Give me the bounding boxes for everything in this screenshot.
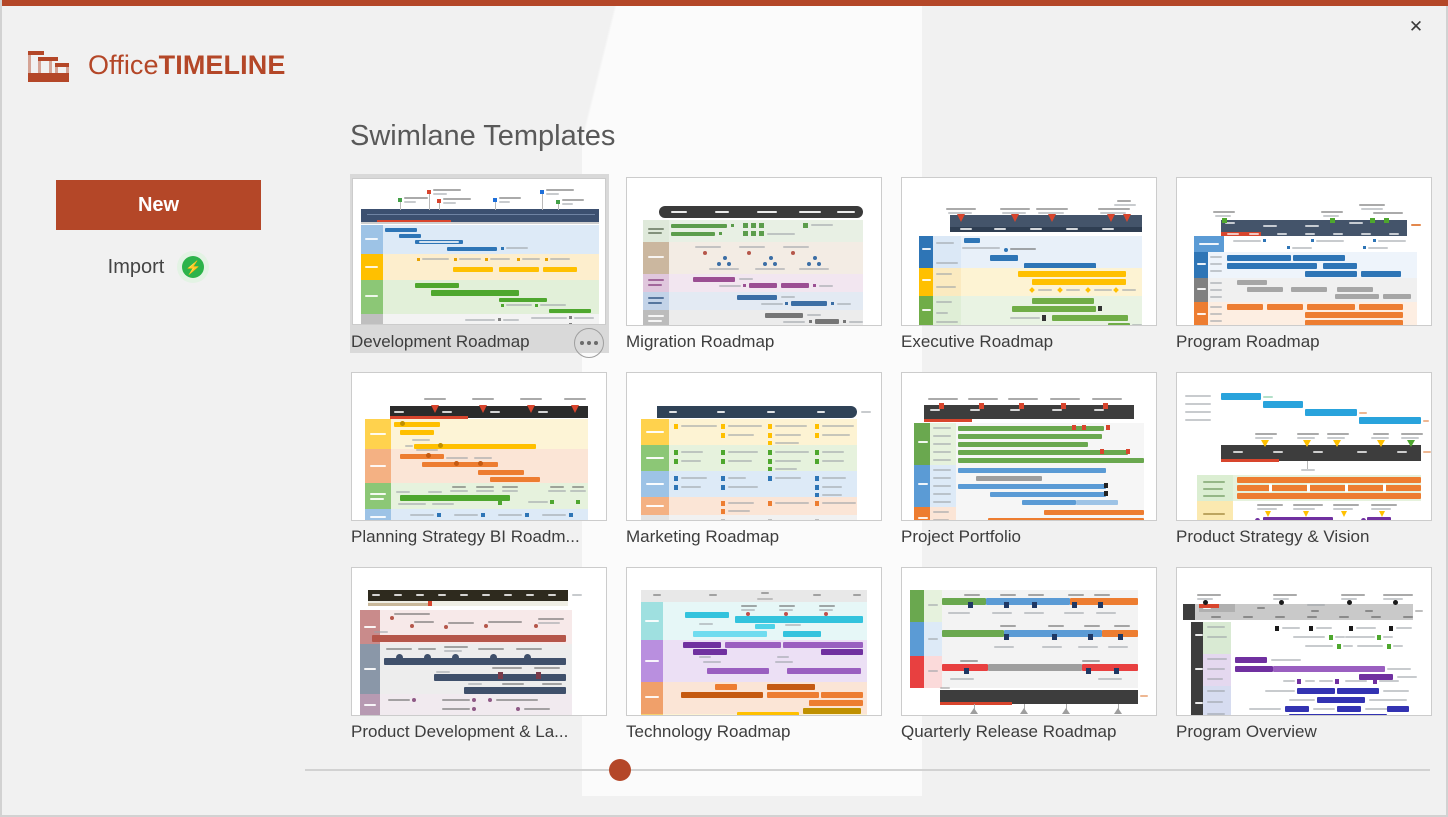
dot bbox=[580, 341, 584, 345]
office-timeline-gallery-window: ✕ OfficeTIMELINE New Import ⚡ Swimlane T… bbox=[0, 0, 1448, 817]
template-card-planning-strategy-bi[interactable]: Planning Strategy BI Roadm... bbox=[342, 361, 617, 556]
template-card-project-portfolio[interactable]: Project Portfolio bbox=[892, 361, 1167, 556]
template-label: Program Roadmap bbox=[1176, 332, 1408, 352]
gallery-pager[interactable] bbox=[305, 755, 1430, 785]
brand-logo: OfficeTIMELINE bbox=[28, 45, 285, 85]
template-card-program-overview[interactable]: Program Overview bbox=[1167, 556, 1442, 751]
template-thumbnail bbox=[1176, 372, 1432, 521]
template-card-product-strategy-vision[interactable]: Product Strategy & Vision bbox=[1167, 361, 1442, 556]
template-label: Product Strategy & Vision bbox=[1176, 527, 1408, 547]
lightning-bolt-glyph: ⚡ bbox=[182, 256, 204, 278]
new-button[interactable]: New bbox=[56, 180, 261, 230]
template-label: Executive Roadmap bbox=[901, 332, 1133, 352]
brand-name-bold: TIMELINE bbox=[159, 50, 286, 80]
template-card-migration-roadmap[interactable]: Migration Roadmap bbox=[617, 166, 892, 361]
dot bbox=[594, 341, 598, 345]
pager-knob[interactable] bbox=[609, 759, 631, 781]
template-label: Marketing Roadmap bbox=[626, 527, 858, 547]
dot bbox=[587, 341, 591, 345]
template-label: Development Roadmap bbox=[351, 332, 583, 352]
template-thumbnail bbox=[352, 178, 606, 325]
brand-name: OfficeTIMELINE bbox=[88, 50, 285, 81]
sidebar: New Import ⚡ bbox=[56, 180, 261, 288]
template-card-technology-roadmap[interactable]: Technology Roadmap bbox=[617, 556, 892, 751]
template-label: Planning Strategy BI Roadm... bbox=[351, 527, 583, 547]
template-thumbnail bbox=[626, 567, 882, 716]
import-button[interactable]: Import ⚡ bbox=[56, 246, 261, 288]
template-card-marketing-roadmap[interactable]: Marketing Roadmap bbox=[617, 361, 892, 556]
office-timeline-gantt-logo-icon bbox=[28, 45, 74, 85]
template-thumbnail bbox=[901, 177, 1157, 326]
pager-track[interactable] bbox=[305, 769, 1430, 771]
template-label: Project Portfolio bbox=[901, 527, 1133, 547]
template-card-development-roadmap[interactable]: Development Roadmap bbox=[342, 166, 617, 361]
template-label: Migration Roadmap bbox=[626, 332, 858, 352]
lightning-bolt-icon: ⚡ bbox=[177, 251, 209, 283]
template-label: Product Development & La... bbox=[351, 722, 583, 742]
page-title: Swimlane Templates bbox=[350, 120, 615, 153]
brand-name-light: Office bbox=[88, 50, 159, 80]
template-thumbnail bbox=[351, 567, 607, 716]
template-grid: Development Roadmap bbox=[342, 166, 1448, 751]
template-thumbnail bbox=[626, 372, 882, 521]
template-thumbnail bbox=[1176, 177, 1432, 326]
template-card-quarterly-release[interactable]: Quarterly Release Roadmap bbox=[892, 556, 1167, 751]
template-card-program-roadmap[interactable]: Program Roadmap bbox=[1167, 166, 1442, 361]
template-label: Quarterly Release Roadmap bbox=[901, 722, 1133, 742]
template-thumbnail bbox=[901, 567, 1157, 716]
template-label: Program Overview bbox=[1176, 722, 1408, 742]
import-label: Import bbox=[108, 256, 165, 279]
template-label: Technology Roadmap bbox=[626, 722, 858, 742]
main-content: Swimlane Templates bbox=[305, 6, 1444, 813]
template-thumbnail bbox=[626, 177, 882, 326]
template-thumbnail bbox=[351, 372, 607, 521]
template-thumbnail bbox=[901, 372, 1157, 521]
template-card-product-development-la[interactable]: Product Development & La... bbox=[342, 556, 617, 751]
more-options-icon[interactable] bbox=[574, 328, 604, 358]
template-thumbnail bbox=[1176, 567, 1432, 716]
template-card-executive-roadmap[interactable]: Executive Roadmap bbox=[892, 166, 1167, 361]
